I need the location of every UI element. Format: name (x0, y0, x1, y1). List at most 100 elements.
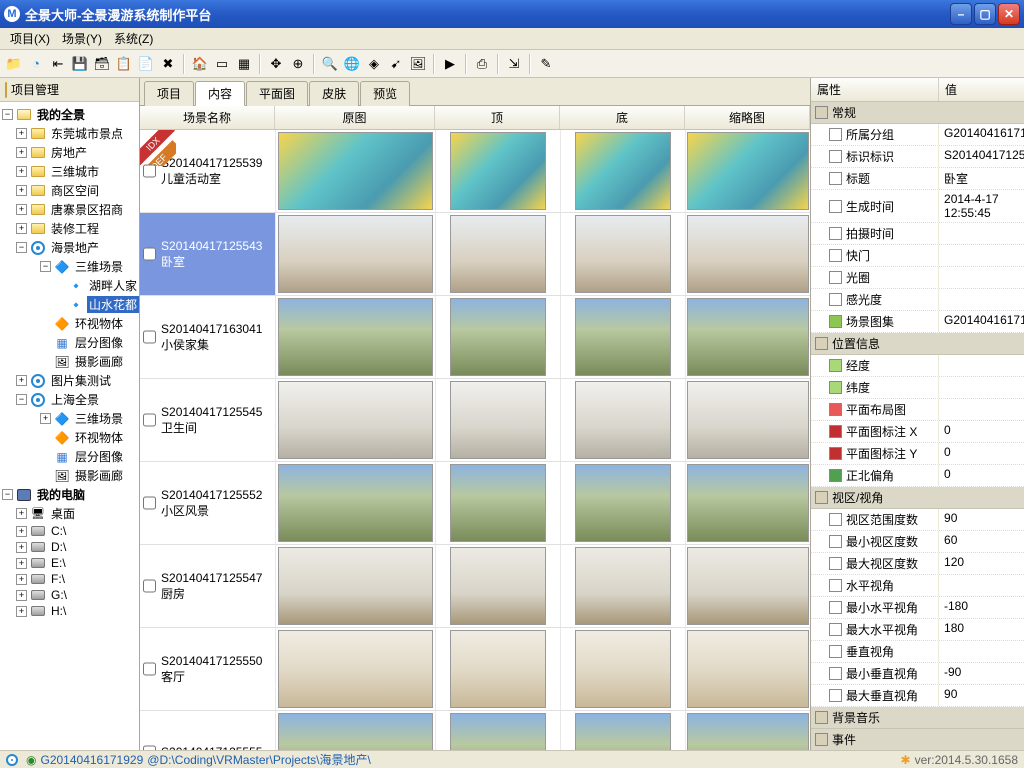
prop-row[interactable]: 感光度 (811, 289, 1024, 311)
maximize-button[interactable]: ▢ (974, 3, 996, 25)
scene-row[interactable]: S20140417125545卫生间 (140, 379, 810, 462)
prop-row[interactable]: 平面布局图 (811, 399, 1024, 421)
scene-checkbox[interactable] (143, 414, 156, 427)
prop-row[interactable]: 最小视区度数60 (811, 531, 1024, 553)
prop-group[interactable]: 视区/视角 (811, 487, 1024, 509)
tree-drive[interactable]: +H:\ (0, 603, 139, 619)
minimize-button[interactable]: – (950, 3, 972, 25)
tool-export[interactable]: ⎙ (472, 54, 492, 74)
tool-save[interactable]: 💾 (70, 54, 90, 74)
project-tree[interactable]: −我的全景 +东莞城市景点+房地产+三维城市+商区空间+唐寨景区招商+装修工程−… (0, 102, 139, 750)
tool-paste[interactable]: 📄 (136, 54, 156, 74)
tree-item[interactable]: +东莞城市景点 (0, 124, 139, 143)
prop-row[interactable]: 生成时间2014-4-17 12:55:45 (811, 190, 1024, 223)
tree-leaf-mountain[interactable]: 🔹山水花都 (0, 295, 139, 314)
tree-drive[interactable]: +F:\ (0, 571, 139, 587)
tool-import[interactable]: ⇤ (48, 54, 68, 74)
tree-sh-gallery[interactable]: 🖼摄影画廊 (0, 466, 139, 485)
tree-pictest[interactable]: +图片集测试 (0, 371, 139, 390)
tool-gallery[interactable]: 🖼 (408, 54, 428, 74)
prop-row[interactable]: 正北偏角0 (811, 465, 1024, 487)
tree-item[interactable]: +唐寨景区招商 (0, 200, 139, 219)
prop-row[interactable]: 所属分组G20140416171929 (811, 124, 1024, 146)
prop-group[interactable]: 事件 (811, 729, 1024, 750)
col-name[interactable]: 场景名称 (140, 106, 275, 129)
tree-sh-layer[interactable]: ▦层分图像 (0, 447, 139, 466)
scene-row[interactable]: IDXDEFS20140417125539儿童活动室 (140, 130, 810, 213)
tool-saveall[interactable]: 🗃 (92, 54, 112, 74)
scene-checkbox[interactable] (143, 497, 156, 510)
tree-shanghai[interactable]: −上海全景 (0, 390, 139, 409)
prop-group[interactable]: 背景音乐 (811, 707, 1024, 729)
scene-list[interactable]: IDXDEFS20140417125539儿童活动室 S201404171255… (140, 130, 810, 750)
prop-row[interactable]: 平面图标注 X0 (811, 421, 1024, 443)
prop-row[interactable]: 经度 (811, 355, 1024, 377)
tool-new[interactable]: 📁 (4, 54, 24, 74)
tree-sh-3dscene[interactable]: +🔷三维场景 (0, 409, 139, 428)
tree-drive[interactable]: +🖥桌面 (0, 504, 139, 523)
tree-item[interactable]: +商区空间 (0, 181, 139, 200)
prop-row[interactable]: 快门 (811, 245, 1024, 267)
tool-link[interactable]: ⊕ (288, 54, 308, 74)
tool-nav[interactable]: ➹ (386, 54, 406, 74)
col-top[interactable]: 顶 (435, 106, 560, 129)
prop-row[interactable]: 拍摄时间 (811, 223, 1024, 245)
col-orig[interactable]: 原图 (275, 106, 435, 129)
col-thumb[interactable]: 缩略图 (685, 106, 810, 129)
scene-checkbox[interactable] (143, 663, 156, 676)
prop-row[interactable]: 最小水平视角-180 (811, 597, 1024, 619)
tree-leaf-lake[interactable]: 🔹湖畔人家 (0, 276, 139, 295)
prop-group[interactable]: 位置信息 (811, 333, 1024, 355)
scene-row[interactable]: S20140417125550客厅 (140, 628, 810, 711)
tool-zoom[interactable]: 🔍 (320, 54, 340, 74)
tool-globe[interactable]: 🌐 (342, 54, 362, 74)
tree-drive[interactable]: +C:\ (0, 523, 139, 539)
prop-row[interactable]: 最大视区度数120 (811, 553, 1024, 575)
tree-sub-object[interactable]: 🔶环视物体 (0, 314, 139, 333)
tree-item[interactable]: −海景地产 (0, 238, 139, 257)
props-col-val[interactable]: 值 (939, 78, 1024, 101)
tree-item[interactable]: +房地产 (0, 143, 139, 162)
prop-row[interactable]: 纬度 (811, 377, 1024, 399)
prop-row[interactable]: 水平视角 (811, 575, 1024, 597)
scene-checkbox[interactable] (143, 331, 156, 344)
tree-drive[interactable]: +D:\ (0, 539, 139, 555)
scene-row[interactable]: S20140417125552小区风景 (140, 462, 810, 545)
prop-row[interactable]: 最大垂直视角90 (811, 685, 1024, 707)
tree-sub-3dscene[interactable]: −🔷三维场景 (0, 257, 139, 276)
tool-grid[interactable]: ▦ (234, 54, 254, 74)
tool-home[interactable]: 🏠 (190, 54, 210, 74)
scene-checkbox[interactable] (143, 248, 156, 261)
tool-delete[interactable]: ✖ (158, 54, 178, 74)
scene-checkbox[interactable] (143, 580, 156, 593)
prop-row[interactable]: 平面图标注 Y0 (811, 443, 1024, 465)
tab-skin[interactable]: 皮肤 (309, 81, 359, 106)
tool-settings[interactable]: ✎ (536, 54, 556, 74)
tab-preview[interactable]: 预览 (360, 81, 410, 106)
menu-scene[interactable]: 场景(Y) (56, 28, 108, 49)
menu-project[interactable]: 项目(X) (4, 28, 56, 49)
tree-sub-layer[interactable]: ▦层分图像 (0, 333, 139, 352)
prop-group[interactable]: 常规 (811, 102, 1024, 124)
tool-play[interactable]: ▶ (440, 54, 460, 74)
props-list[interactable]: 常规所属分组G20140416171929标识标识S20140417125543… (811, 102, 1024, 750)
prop-row[interactable]: 标题卧室 (811, 168, 1024, 190)
prop-row[interactable]: 场景图集G20140416171929 (811, 311, 1024, 333)
close-button[interactable]: ✕ (998, 3, 1020, 25)
tool-hotspot[interactable]: ✥ (266, 54, 286, 74)
props-col-key[interactable]: 属性 (811, 78, 939, 101)
scene-row[interactable]: S20140417125547厨房 (140, 545, 810, 628)
tool-copy[interactable]: 📋 (114, 54, 134, 74)
tree-sh-object[interactable]: 🔶环视物体 (0, 428, 139, 447)
col-bottom[interactable]: 底 (560, 106, 685, 129)
tree-item[interactable]: +装修工程 (0, 219, 139, 238)
tool-scene[interactable]: ▭ (212, 54, 232, 74)
scene-checkbox[interactable] (143, 165, 156, 178)
menu-system[interactable]: 系统(Z) (108, 28, 159, 49)
scene-row[interactable]: S20140417163041小侯家集 (140, 296, 810, 379)
tree-item[interactable]: +三维城市 (0, 162, 139, 181)
scene-checkbox[interactable] (143, 746, 156, 751)
prop-row[interactable]: 光圈 (811, 267, 1024, 289)
prop-row[interactable]: 垂直视角 (811, 641, 1024, 663)
tool-layer[interactable]: ◈ (364, 54, 384, 74)
